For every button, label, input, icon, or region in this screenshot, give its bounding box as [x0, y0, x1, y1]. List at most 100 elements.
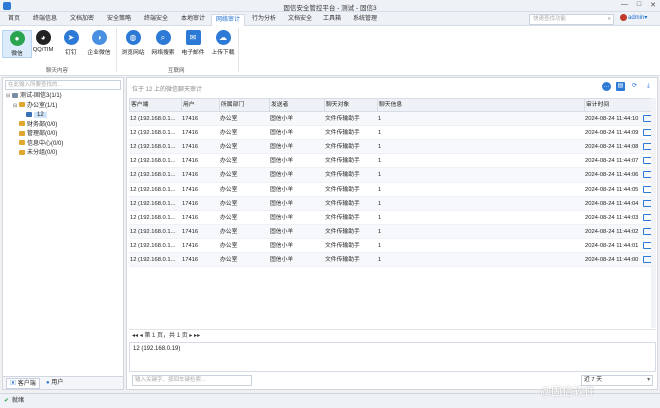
- col-sender[interactable]: 发送者: [269, 99, 324, 111]
- tab-doc-encryption[interactable]: 文档加密: [65, 14, 99, 26]
- refresh-icon[interactable]: ⟳: [630, 82, 639, 91]
- function-search-input[interactable]: 快速查找功能 ⌕: [529, 14, 614, 25]
- cell-department: 办公室: [220, 257, 238, 264]
- table-row[interactable]: 12 (192.168.0.1... 17416 办公室 固信小羊 文件传输助手 1 202…: [129, 112, 656, 127]
- web-search-button[interactable]: ⌕ 网络搜索: [148, 30, 178, 56]
- audit-table: 客户端 用户 所属部门 发送者 聊天对象 聊天信息 审计时间 12 (192.1…: [129, 98, 656, 268]
- cell-message: 1: [378, 130, 382, 137]
- cell-chat-target: 文件传输助手: [325, 242, 360, 249]
- cell-sender: 固信小羊: [270, 186, 294, 193]
- cell-message: 1: [378, 116, 382, 123]
- pager[interactable]: ◂◂ ◂ 第 1 页，共 1 页 ▸ ▸▸: [129, 329, 656, 341]
- cell-user: 17416: [182, 144, 199, 151]
- cell-client: 12 (192.168.0.1...: [130, 242, 176, 249]
- tab-toolbox[interactable]: 工具箱: [318, 14, 346, 26]
- group-label-chat: 聊天内容: [46, 68, 69, 74]
- email-button[interactable]: ✉ 电子邮件: [178, 30, 208, 56]
- export-icon[interactable]: ⤓: [644, 82, 653, 91]
- tree-search-input[interactable]: 在此输入所要查找的...: [5, 80, 121, 90]
- cell-department: 办公室: [220, 242, 238, 249]
- wecom-icon: ◑: [91, 30, 107, 45]
- vertical-scrollbar[interactable]: [651, 98, 656, 328]
- minimize-button[interactable]: —: [621, 1, 628, 9]
- close-button[interactable]: ✕: [650, 1, 656, 9]
- tab-network-audit[interactable]: 网络审计: [211, 14, 245, 26]
- search-icon[interactable]: ⌕: [608, 15, 611, 24]
- tree-node-label: 未分组(0/0): [27, 150, 58, 156]
- cloud-transfer-icon: ☁: [215, 30, 231, 45]
- cell-department: 办公室: [220, 228, 238, 235]
- col-department[interactable]: 所属部门: [219, 99, 269, 111]
- title-bar: 固信安全管控平台 - 测试 - 固信3 — □ ✕: [0, 0, 660, 12]
- table-row[interactable]: 12 (192.168.0.1... 17416 办公室 固信小羊 文件传输助手 1 202…: [129, 126, 656, 141]
- cell-user: 17416: [182, 200, 199, 207]
- browse-web-button[interactable]: ◍ 浏览网站: [118, 30, 148, 56]
- tree-node-label: 测试-固信3(1/1): [20, 93, 62, 99]
- table-row[interactable]: 12 (192.168.0.1... 17416 办公室 固信小羊 文件传输助手 1 202…: [129, 253, 656, 268]
- keyword-search-input[interactable]: 输入关键字、按回车键检索...: [132, 375, 252, 386]
- table-row[interactable]: 12 (192.168.0.1... 17416 办公室 固信小羊 文件传输助手 1 202…: [129, 183, 656, 197]
- col-chat-target[interactable]: 聊天对象: [324, 99, 377, 111]
- col-client[interactable]: 客户端: [129, 99, 181, 111]
- table-row[interactable]: 12 (192.168.0.1... 17416 办公室 固信小羊 文件传输助手 1 202…: [129, 168, 656, 183]
- tab-users-label: 用户: [51, 380, 64, 386]
- table-row[interactable]: 12 (192.168.0.1... 17416 办公室 固信小羊 文件传输助手 1 202…: [129, 196, 656, 211]
- department-tree: ⊟ 测试-固信3(1/1) ⊟ 办公室(1/1) 12 财务部(0/0) 管理部(0…: [6, 92, 122, 159]
- cell-message: 1: [378, 214, 382, 221]
- table-header: 客户端 用户 所属部门 发送者 聊天对象 聊天信息 审计时间: [129, 98, 656, 113]
- col-message[interactable]: 聊天信息: [377, 99, 584, 111]
- wecom-button-label: 企业微信: [87, 50, 111, 56]
- col-user[interactable]: 用户: [181, 99, 219, 111]
- tree-node-label: 12: [34, 112, 47, 118]
- tab-local-audit[interactable]: 本地审计: [176, 14, 210, 26]
- tab-security-policy[interactable]: 安全策略: [102, 14, 136, 26]
- upload-download-button[interactable]: ☁ 上传下载: [208, 30, 238, 56]
- tab-home[interactable]: 首页: [3, 14, 25, 26]
- tab-system-management[interactable]: 系统管理: [348, 14, 382, 26]
- cell-client: 12 (192.168.0.1...: [130, 116, 176, 123]
- tree-node-info-center[interactable]: 信息中心(0/0): [6, 140, 122, 150]
- table-row[interactable]: 12 (192.168.0.1... 17416 办公室 固信小羊 文件传输助手 1 202…: [129, 211, 656, 225]
- tree-node-finance[interactable]: 财务部(0/0): [6, 121, 122, 131]
- user-menu[interactable]: admin▾: [620, 14, 647, 21]
- tree-node-office[interactable]: ⊟ 办公室(1/1): [6, 102, 122, 112]
- table-row[interactable]: 12 (192.168.0.1... 17416 办公室 固信小羊 文件传输助手 1 202…: [129, 140, 656, 155]
- table-row[interactable]: 12 (192.168.0.1... 17416 办公室 固信小羊 文件传输助手 1 202…: [129, 224, 656, 239]
- col-audit-time[interactable]: 审计时间: [584, 99, 656, 111]
- tab-doc-security[interactable]: 文档安全: [283, 14, 317, 26]
- table-row[interactable]: 12 (192.168.0.1... 17416 办公室 固信小羊 文件传输助手 1 202…: [129, 154, 656, 169]
- computer-icon: ▣: [10, 381, 17, 387]
- check-icon: ✔: [4, 398, 10, 404]
- cell-sender: 固信小羊: [270, 130, 294, 137]
- cell-user: 17416: [182, 158, 199, 165]
- cell-chat-target: 文件传输助手: [325, 116, 360, 123]
- tree-node-ungrouped[interactable]: 未分组(0/0): [6, 149, 122, 159]
- cell-chat-target: 文件传输助手: [325, 228, 360, 235]
- cell-user: 17416: [182, 186, 199, 193]
- cell-department: 办公室: [220, 186, 238, 193]
- tab-clients[interactable]: ▣ 客户端: [6, 378, 40, 389]
- tree-node-root[interactable]: ⊟ 测试-固信3(1/1): [6, 92, 122, 102]
- table-row[interactable]: 12 (192.168.0.1... 17416 办公室 固信小羊 文件传输助手 1 202…: [129, 239, 656, 254]
- message-detail: 12 (192.168.0.19): [129, 342, 656, 372]
- dingtalk-button[interactable]: ➤ 钉钉: [56, 30, 86, 56]
- tree-node-client-12[interactable]: 12: [6, 111, 122, 121]
- tab-terminal-security[interactable]: 终端安全: [139, 14, 173, 26]
- cell-client: 12 (192.168.0.1...: [130, 257, 176, 264]
- cell-user: 17416: [182, 116, 199, 123]
- wecom-button[interactable]: ◑ 企业微信: [84, 30, 114, 56]
- tab-terminal-info[interactable]: 终端信息: [28, 14, 62, 26]
- chat-icon[interactable]: …: [602, 82, 611, 91]
- window-title: 固信安全管控平台 - 测试 - 固信3: [283, 5, 377, 12]
- qq-button[interactable]: ◕ QQ/TIM: [28, 30, 58, 53]
- tree-node-management[interactable]: 管理部(0/0): [6, 130, 122, 140]
- wechat-icon: ●: [9, 31, 25, 46]
- cell-department: 办公室: [220, 130, 238, 137]
- maximize-button[interactable]: □: [637, 1, 641, 9]
- layout-icon[interactable]: ▤: [616, 82, 625, 91]
- cell-sender: 固信小羊: [270, 144, 294, 151]
- tab-behavior-analysis[interactable]: 行为分析: [247, 14, 281, 26]
- tab-users[interactable]: ● 用户: [43, 378, 66, 389]
- cell-department: 办公室: [220, 144, 238, 151]
- cell-department: 办公室: [220, 200, 238, 207]
